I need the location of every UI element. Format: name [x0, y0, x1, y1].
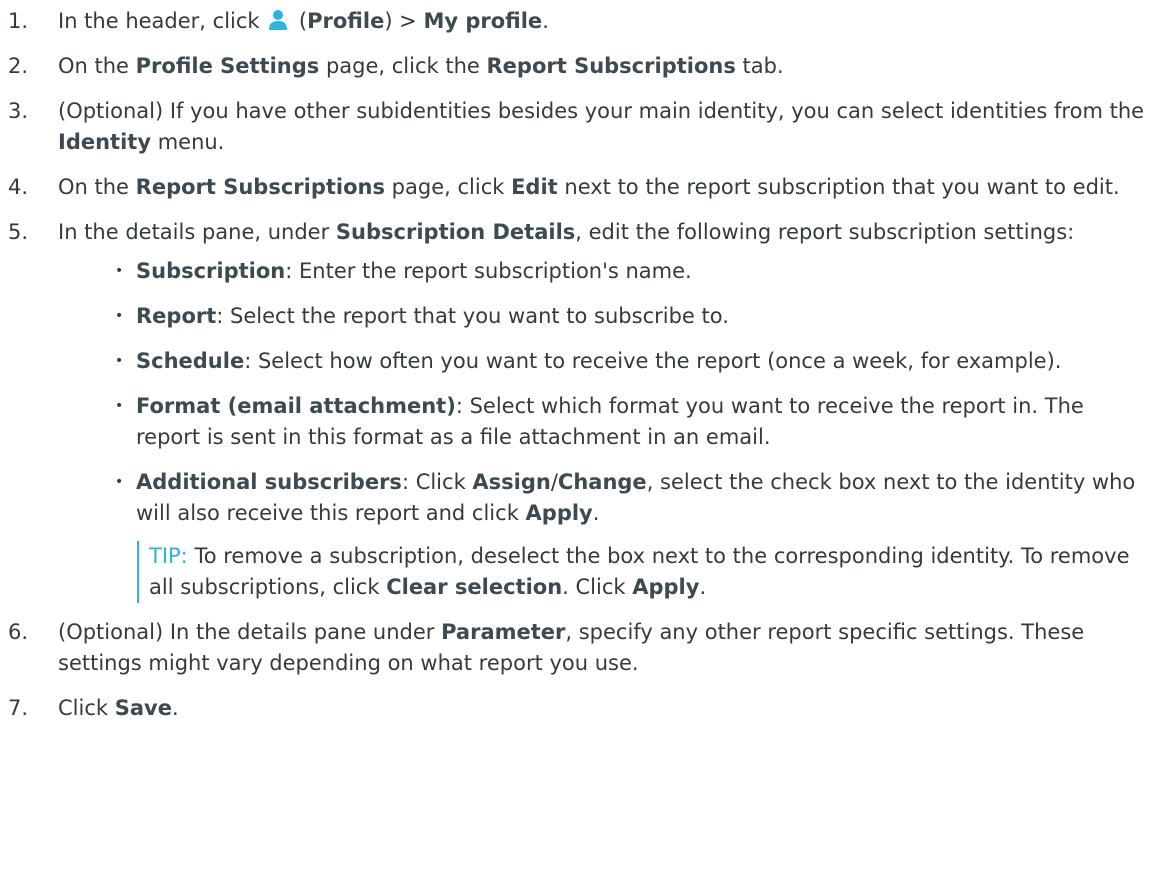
step-item: 7. Click Save. [0, 693, 1170, 724]
bold-term: Schedule [136, 349, 245, 373]
step-text: In the header, click (Profile) > My prof… [58, 6, 1146, 37]
step-item: 3. (Optional) If you have other subidenti… [0, 96, 1170, 158]
bold-term: Identity [58, 130, 152, 154]
bold-term: Subscription Details [335, 220, 576, 244]
text-run: page, click [385, 175, 512, 199]
step-item: 4. On the Report Subscriptions page, clic… [0, 172, 1170, 203]
text-run: ( [292, 9, 308, 33]
settings-list: • Subscription: Enter the report subscrip… [58, 256, 1146, 529]
text-run: : Enter the report subscription's name. [285, 259, 692, 283]
text-run: . [542, 9, 549, 33]
bullet-icon: • [115, 474, 124, 490]
bullet-icon: • [115, 263, 124, 279]
step-number: 1. [8, 9, 29, 33]
text-run: , edit the following report subscription… [575, 220, 1075, 244]
text-run: . [592, 501, 600, 525]
text-run: / [550, 470, 558, 494]
step-number: 7. [8, 696, 29, 720]
bold-term: Subscription [136, 259, 286, 283]
text-run: : Select the report that you want to sub… [216, 304, 729, 328]
text-run: . Click [562, 575, 633, 599]
bold-term: Profile [307, 9, 385, 33]
text-run: In the header, click [58, 9, 267, 33]
step-text: On the Report Subscriptions page, click … [58, 172, 1146, 203]
procedure-steps: 1. In the header, click (Profile) > My pr… [0, 6, 1170, 724]
bold-term: Edit [511, 175, 558, 199]
bold-term: Profile Settings [135, 54, 320, 78]
tip-note: TIP: To remove a subscription, deselect … [137, 541, 1146, 603]
bold-term: Report Subscriptions [486, 54, 736, 78]
bullet-icon: • [115, 398, 124, 414]
step-text: (Optional) If you have other subidentiti… [58, 96, 1146, 158]
bold-term: Apply [632, 575, 700, 599]
document: 1. In the header, click (Profile) > My pr… [0, 0, 1170, 724]
text-run: next to the report subscription that you… [557, 175, 1120, 199]
bold-term: Format (email attachment) [136, 394, 456, 418]
text-run: On the [58, 54, 136, 78]
text-run: : Click [401, 470, 473, 494]
step-item: 6. (Optional) In the details pane under P… [0, 617, 1170, 679]
bullet-icon: • [115, 308, 124, 324]
setting-item: • Report: Select the report that you want… [58, 301, 1146, 332]
bold-term: Save [114, 696, 172, 720]
text-run: Click [58, 696, 115, 720]
text-run: . [699, 575, 707, 599]
step-number: 2. [8, 54, 29, 78]
step-number: 3. [8, 99, 29, 123]
step-item: 1. In the header, click (Profile) > My pr… [0, 6, 1170, 37]
bold-term: Report [136, 304, 217, 328]
bold-term: Additional subscribers [136, 470, 402, 494]
text-run: page, click the [319, 54, 487, 78]
bold-term: Clear selection [386, 575, 563, 599]
step-item: 2. On the Profile Settings page, click th… [0, 51, 1170, 82]
text-run: (Optional) In the details pane under [58, 620, 442, 644]
step-item: 5. In the details pane, under Subscriptio… [0, 217, 1170, 603]
step-text: On the Profile Settings page, click the … [58, 51, 1146, 82]
text-run: : Select how often you want to receive t… [244, 349, 1062, 373]
step-text: Click Save. [58, 693, 1146, 724]
tip-label: TIP: [149, 544, 188, 568]
bullet-icon: • [115, 353, 124, 369]
step-text: In the details pane, under Subscription … [58, 217, 1146, 248]
text-run: In the details pane, under [58, 220, 336, 244]
setting-item: • Additional subscribers: Click Assign/Ch… [58, 467, 1146, 529]
bold-term: Change [557, 470, 647, 494]
setting-item: • Subscription: Enter the report subscrip… [58, 256, 1146, 287]
text-run: ) > [384, 9, 424, 33]
bold-term: Apply [525, 501, 593, 525]
step-number: 4. [8, 175, 29, 199]
setting-item: • Schedule: Select how often you want to … [58, 346, 1146, 377]
bold-term: Parameter [441, 620, 566, 644]
text-run: . [171, 696, 179, 720]
text-run: On the [58, 175, 136, 199]
bold-term: Report Subscriptions [135, 175, 385, 199]
bold-term: Assign [472, 470, 551, 494]
step-number: 6. [8, 620, 29, 644]
profile-icon [269, 10, 288, 30]
step-text: (Optional) In the details pane under Par… [58, 617, 1146, 679]
setting-item: • Format (email attachment): Select which… [58, 391, 1146, 453]
text-run: menu. [151, 130, 225, 154]
text-run: (Optional) If you have other subidentiti… [58, 99, 1145, 123]
text-run: tab. [735, 54, 784, 78]
bold-term: My profile [423, 9, 543, 33]
step-number: 5. [8, 220, 29, 244]
